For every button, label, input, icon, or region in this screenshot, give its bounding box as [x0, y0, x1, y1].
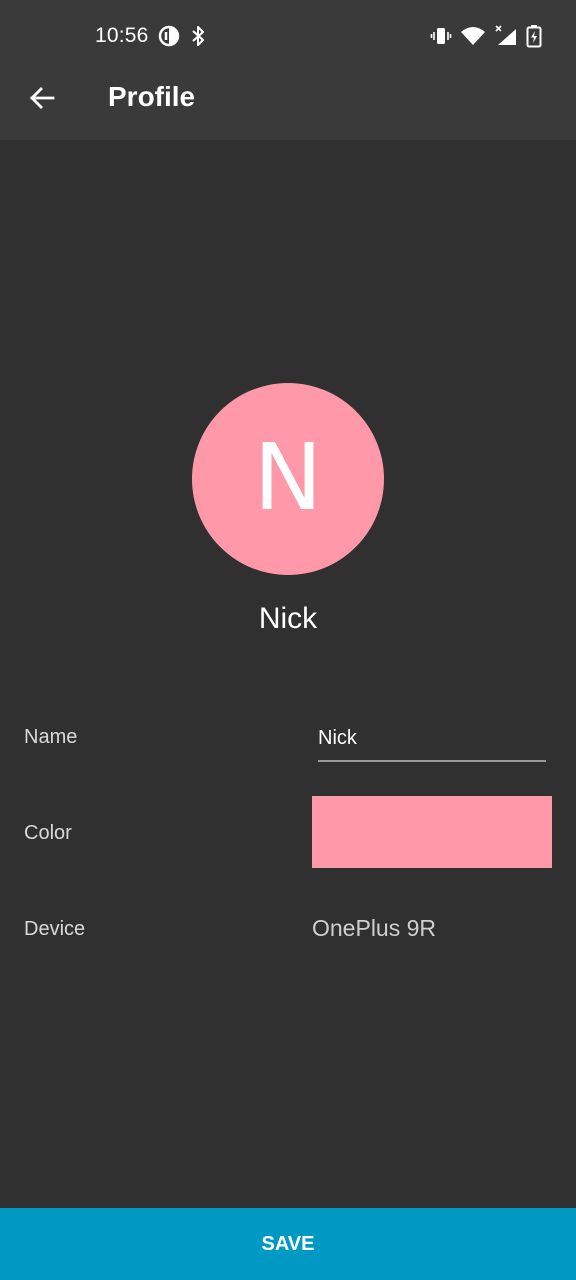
data-saver-icon — [158, 25, 180, 47]
app-bar: Profile — [0, 72, 576, 140]
status-left-icons — [158, 24, 206, 48]
profile-screen: 10:56 Profile N Nick Name Nick Color Dev… — [0, 0, 576, 1280]
bluetooth-icon — [190, 24, 206, 48]
name-input[interactable] — [318, 722, 546, 754]
cell-signal-icon — [494, 25, 518, 47]
avatar-initial: N — [253, 424, 323, 531]
device-value: OnePlus 9R — [312, 915, 437, 941]
page-title: Profile — [108, 81, 196, 112]
name-label: Name — [24, 726, 78, 748]
top-bar: 10:56 Profile — [0, 0, 576, 140]
name-field-container — [318, 722, 546, 762]
back-button[interactable] — [20, 78, 64, 122]
arrow-back-icon — [28, 84, 56, 117]
avatar: N — [192, 383, 384, 575]
color-label: Color — [24, 822, 72, 844]
color-swatch[interactable] — [312, 796, 552, 868]
status-right-icons — [430, 24, 542, 48]
save-button[interactable]: SAVE — [0, 1208, 576, 1280]
device-label: Device — [24, 918, 86, 940]
profile-name: Nick — [258, 602, 318, 635]
status-bar: 10:56 — [0, 0, 576, 72]
wifi-icon — [460, 25, 486, 47]
status-time: 10:56 — [95, 24, 149, 47]
vibrate-icon — [430, 25, 452, 47]
battery-charging-icon — [526, 24, 542, 48]
